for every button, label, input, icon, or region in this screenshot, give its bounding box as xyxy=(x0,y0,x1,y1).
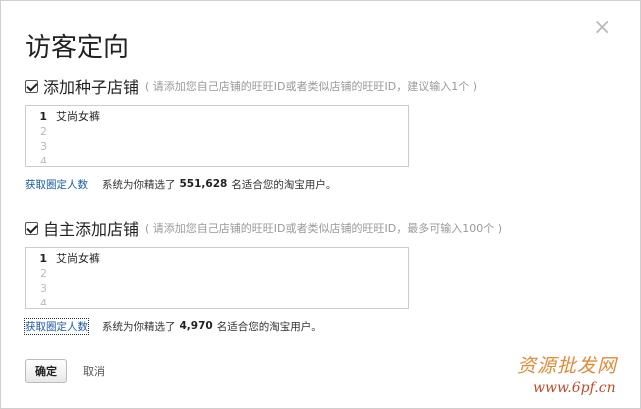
visitor-targeting-dialog: × 访客定向 添加种子店铺 ( 请添加您自己店铺的旺旺ID或者类似店铺的旺旺ID… xyxy=(0,0,641,409)
editor-line: 1 艾尚女裤 xyxy=(26,251,408,266)
editor-line: 2 xyxy=(26,124,408,139)
custom-shop-stats: 获取圈定人数 系统为你精选了 4,970 名适合您的淘宝用户。 xyxy=(24,317,625,335)
editor-line: 1 艾尚女裤 xyxy=(26,109,408,124)
seed-shop-stats: 获取圈定人数 系统为你精选了 551,628 名适合您的淘宝用户。 xyxy=(25,175,625,193)
custom-shop-hint: ( 请添加您自己店铺的旺旺ID或者类似店铺的旺旺ID，最多可输入100个 ) xyxy=(145,222,503,235)
line-number: 2 xyxy=(40,125,47,138)
stats-suffix: 名适合您的淘宝用户。 xyxy=(231,178,337,191)
stats-count: 4,970 xyxy=(179,320,213,332)
line-number: 4 xyxy=(40,297,47,305)
stats-suffix: 名适合您的淘宝用户。 xyxy=(216,320,322,333)
line-number: 1 xyxy=(39,252,47,265)
line-number: 4 xyxy=(40,155,47,163)
seed-shop-header: 添加种子店铺 ( 请添加您自己店铺的旺旺ID或者类似店铺的旺旺ID，建议输入1个… xyxy=(25,75,625,97)
get-audience-count-link[interactable]: 获取圈定人数 xyxy=(25,177,88,192)
line-number: 1 xyxy=(39,110,47,123)
get-audience-count-link[interactable]: 获取圈定人数 xyxy=(24,317,89,335)
line-text: 艾尚女裤 xyxy=(56,110,100,123)
custom-shop-label: 自主添加店铺 xyxy=(43,220,140,239)
editor-line: 3 xyxy=(26,281,408,296)
line-text: 艾尚女裤 xyxy=(56,252,100,265)
custom-shop-editor[interactable]: 1 艾尚女裤 2 3 4 xyxy=(25,247,409,309)
seed-shop-editor[interactable]: 1 艾尚女裤 2 3 4 xyxy=(25,105,409,167)
stats-count: 551,628 xyxy=(179,178,228,190)
custom-shop-header: 自主添加店铺 ( 请添加您自己店铺的旺旺ID或者类似店铺的旺旺ID，最多可输入1… xyxy=(25,217,625,239)
stats-prefix: 系统为你精选了 xyxy=(102,178,176,191)
editor-line: 2 xyxy=(26,266,408,281)
custom-shop-section: 自主添加店铺 ( 请添加您自己店铺的旺旺ID或者类似店铺的旺旺ID，最多可输入1… xyxy=(24,217,625,335)
editor-line: 3 xyxy=(26,139,408,154)
custom-shop-checkbox[interactable] xyxy=(25,221,38,235)
stats-prefix: 系统为你精选了 xyxy=(102,320,176,333)
watermark-url: www.6pf.cn xyxy=(533,380,616,396)
seed-shop-checkbox[interactable] xyxy=(25,79,38,93)
dialog-title: 访客定向 xyxy=(25,33,130,63)
line-number: 3 xyxy=(40,282,47,295)
cancel-link[interactable]: 取消 xyxy=(83,363,105,379)
editor-line: 4 xyxy=(26,296,408,305)
seed-shop-label: 添加种子店铺 xyxy=(43,78,140,97)
line-number: 3 xyxy=(40,140,47,153)
seed-shop-hint: ( 请添加您自己店铺的旺旺ID或者类似店铺的旺旺ID，建议输入1个 ) xyxy=(145,80,478,93)
watermark-text: 资源批发网 xyxy=(517,355,618,377)
close-icon[interactable]: × xyxy=(593,17,611,39)
dialog-actions: 确定 取消 xyxy=(25,359,105,383)
seed-shop-section: 添加种子店铺 ( 请添加您自己店铺的旺旺ID或者类似店铺的旺旺ID，建议输入1个… xyxy=(25,75,625,193)
site-watermark: 资源批发网 www.6pf.cn xyxy=(517,351,637,406)
confirm-button[interactable]: 确定 xyxy=(25,359,67,383)
line-number: 2 xyxy=(40,267,47,280)
editor-line: 4 xyxy=(26,154,408,163)
